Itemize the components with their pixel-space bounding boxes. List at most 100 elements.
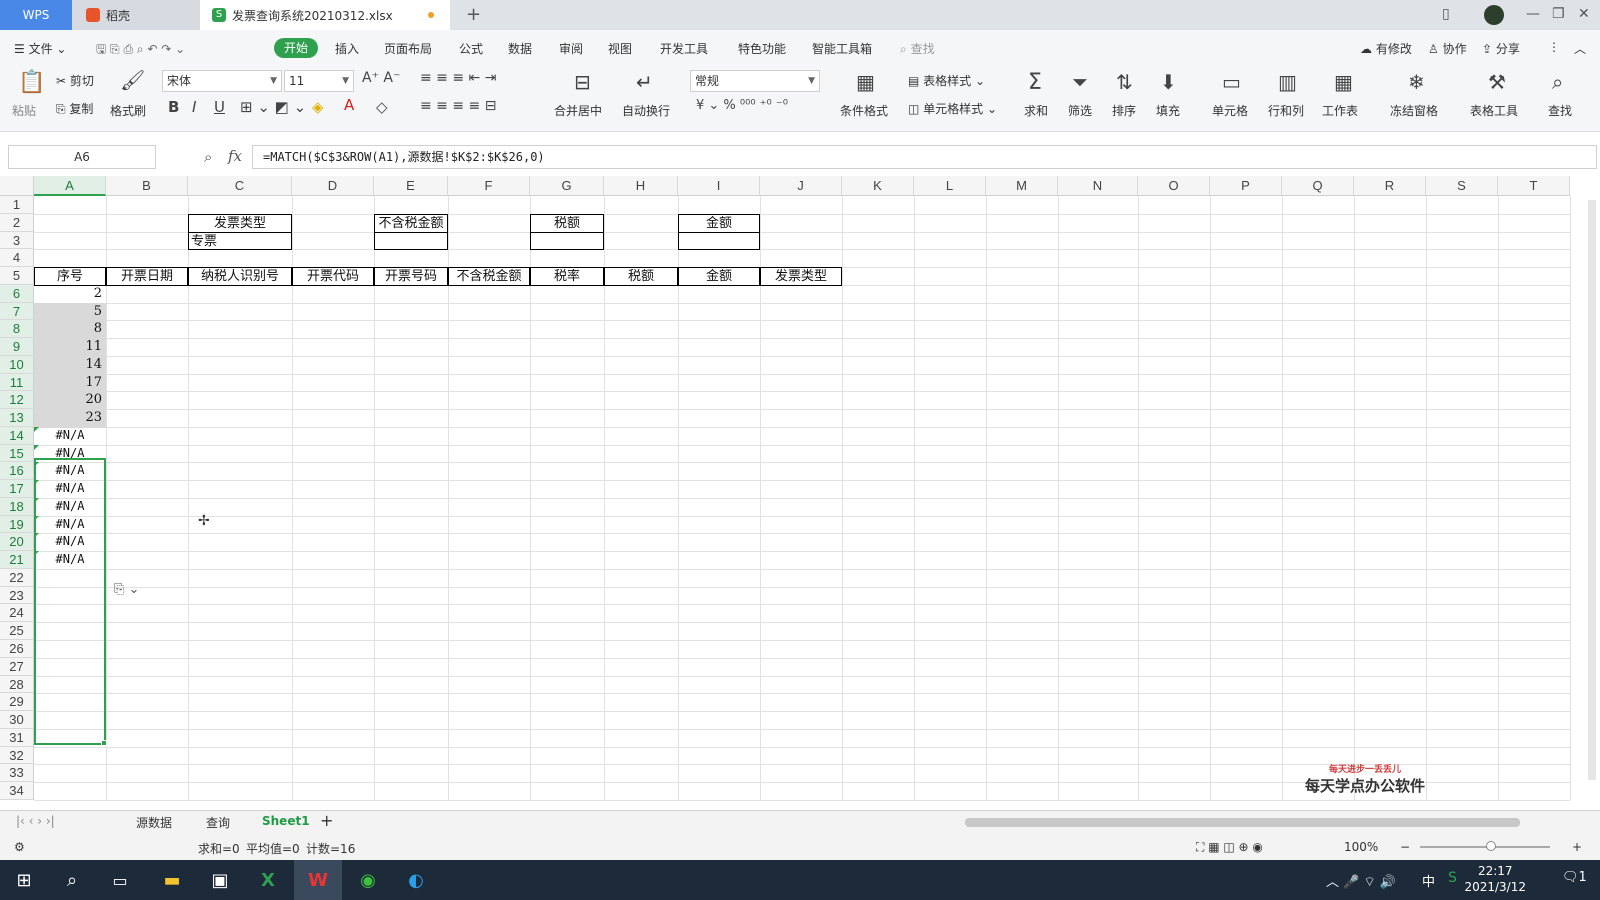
row-header-10[interactable]: 10	[0, 355, 34, 374]
store-icon[interactable]: ▣	[196, 860, 244, 900]
cut-button[interactable]: ✂ 剪切	[56, 72, 94, 89]
font-name-select[interactable]: 宋体 ▼	[162, 70, 282, 92]
row-header-3[interactable]: 3	[0, 231, 34, 250]
layout-icon[interactable]: ▯	[1442, 6, 1450, 22]
align-left-icon[interactable]: ≡ ≡ ≡ ≡ ⊟	[420, 98, 496, 114]
row-header-19[interactable]: 19	[0, 515, 34, 534]
col-header-f[interactable]: F	[448, 176, 530, 196]
row-header-16[interactable]: 16	[0, 462, 34, 481]
notification-icon[interactable]: 🗨1	[1562, 870, 1587, 885]
menu-features[interactable]: 特色功能	[738, 40, 786, 57]
row-header-26[interactable]: 26	[0, 640, 34, 658]
find-icon[interactable]: ⌕	[1552, 70, 1563, 94]
row-header-21[interactable]: 21	[0, 551, 34, 569]
copy-button[interactable]: ⎘ 复制	[56, 100, 93, 117]
table-header-j[interactable]: 发票类型	[760, 267, 842, 286]
bold-icon[interactable]: B	[168, 98, 179, 116]
font-color-icon[interactable]: A	[344, 96, 354, 114]
vertical-scrollbar[interactable]	[1588, 200, 1596, 780]
menu-page-layout[interactable]: 页面布局	[384, 40, 432, 57]
excel-icon[interactable]: X	[244, 860, 292, 900]
formula-input[interactable]: =MATCH($C$3&ROW(A1),源数据!$K$2:$K$26,0)	[252, 145, 1597, 169]
row-header-7[interactable]: 7	[0, 302, 34, 321]
cell-a16[interactable]: #N/A	[34, 462, 106, 481]
zoom-slider[interactable]	[1420, 846, 1550, 848]
cell-a12[interactable]: 20	[34, 391, 106, 411]
cell-a15[interactable]: #N/A	[34, 444, 106, 464]
windows-start-icon[interactable]: ⊞	[0, 860, 48, 900]
row-header-15[interactable]: 15	[0, 444, 34, 463]
view-mode-icons[interactable]: ⛶ ▦ ◫ ⊕ ◉	[1196, 840, 1263, 855]
row-header-29[interactable]: 29	[0, 693, 34, 712]
col-header-a[interactable]: A	[34, 176, 106, 196]
file-tab[interactable]: S 发票查询系统20210312.xlsx	[200, 0, 450, 30]
close-icon[interactable]: ✕	[1578, 6, 1590, 22]
number-format-icons[interactable]: ¥ ⌄ % ⁰⁰⁰ ⁺⁰ ⁻⁰	[696, 98, 788, 113]
row-header-27[interactable]: 27	[0, 657, 34, 676]
macro-icon[interactable]: ⚙	[14, 840, 25, 854]
italic-icon[interactable]: I	[192, 98, 196, 116]
cell-a17[interactable]: #N/A	[34, 480, 106, 499]
col-header-e[interactable]: E	[374, 176, 448, 196]
col-header-k[interactable]: K	[842, 176, 914, 196]
table-header-i[interactable]: 金额	[678, 267, 760, 286]
row-header-2[interactable]: 2	[0, 213, 34, 232]
cell-a13[interactable]: 23	[34, 409, 106, 428]
zoom-in-icon[interactable]: +	[1572, 840, 1582, 854]
freeze-button[interactable]: 冻结窗格	[1390, 102, 1438, 119]
minimize-icon[interactable]: —	[1526, 6, 1540, 22]
row-header-14[interactable]: 14	[0, 426, 34, 445]
cell-a18[interactable]: #N/A	[34, 497, 106, 517]
sheet-tab-query[interactable]: 查询	[206, 814, 230, 831]
search-taskbar-icon[interactable]: ⌕	[48, 860, 96, 900]
ime-indicator[interactable]: 中	[1422, 871, 1435, 890]
row-header-11[interactable]: 11	[0, 373, 34, 392]
modified-button[interactable]: ☁ 有修改	[1360, 40, 1412, 57]
col-header-c[interactable]: C	[188, 176, 292, 196]
underline-icon[interactable]: U	[214, 98, 225, 116]
cond-format-icon[interactable]: ▦	[856, 70, 875, 94]
col-header-n[interactable]: N	[1058, 176, 1138, 196]
row-header-28[interactable]: 28	[0, 675, 34, 694]
filter-button[interactable]: 筛选	[1068, 102, 1092, 119]
quick-access-icons[interactable]: 🖫 ⎘ ⎙ ⌕ ↶ ↷ ⌄	[96, 40, 185, 61]
col-header-p[interactable]: P	[1210, 176, 1282, 196]
menu-formula[interactable]: 公式	[459, 40, 483, 57]
cell-e2-amount-ex-tax-label[interactable]: 不含税金额	[374, 213, 448, 233]
menu-home[interactable]: 开始	[274, 38, 318, 58]
spreadsheet-grid[interactable]: ABCDEFGHIJKLMNOPQRST 1 2 3 4 5 6 7 8 9 10 11 12 13 14…	[0, 176, 1600, 810]
row-header-6[interactable]: 6	[0, 284, 34, 303]
menu-insert[interactable]: 插入	[335, 40, 359, 57]
row-header-32[interactable]: 32	[0, 746, 34, 765]
zoom-slider-thumb[interactable]	[1486, 841, 1496, 851]
row-header-18[interactable]: 18	[0, 497, 34, 516]
cell-a14[interactable]: #N/A	[34, 426, 106, 446]
sheet-nav-icons[interactable]: |‹ ‹ › ›|	[16, 814, 55, 828]
number-format-select[interactable]: 常规 ▼	[690, 70, 820, 92]
menu-developer[interactable]: 开发工具	[660, 40, 708, 57]
col-header-l[interactable]: L	[914, 176, 986, 196]
share-button[interactable]: ⇪ 分享	[1482, 40, 1520, 57]
row-header-13[interactable]: 13	[0, 409, 34, 427]
font-size-select[interactable]: 11 ▼	[284, 70, 354, 92]
table-header-g[interactable]: 税率	[530, 267, 604, 286]
align-top-icon[interactable]: ≡ ≡ ≡ ⇤ ⇥	[420, 70, 496, 86]
wps-home-tab[interactable]: WPS	[0, 0, 72, 30]
name-box[interactable]: A6	[8, 145, 156, 169]
file-explorer-icon[interactable]: ▬	[148, 860, 196, 900]
sheet-tab-sheet1[interactable]: Sheet1	[262, 814, 310, 828]
cell-a11[interactable]: 17	[34, 373, 106, 393]
zoom-level[interactable]: 100%	[1344, 840, 1378, 854]
col-header-i[interactable]: I	[678, 176, 760, 196]
col-header-h[interactable]: H	[604, 176, 678, 196]
row-header-17[interactable]: 17	[0, 480, 34, 498]
menu-data[interactable]: 数据	[508, 40, 532, 57]
format-painter-button[interactable]: 格式刷	[110, 102, 146, 119]
menu-review[interactable]: 审阅	[559, 40, 583, 57]
col-header-d[interactable]: D	[292, 176, 374, 196]
table-header-f[interactable]: 不含税金额	[448, 267, 530, 286]
wps-tray-icon[interactable]: S	[1448, 870, 1457, 886]
table-header-b[interactable]: 开票日期	[106, 267, 188, 286]
cell-g2-tax-label[interactable]: 税额	[530, 213, 604, 233]
col-header-b[interactable]: B	[106, 176, 188, 196]
